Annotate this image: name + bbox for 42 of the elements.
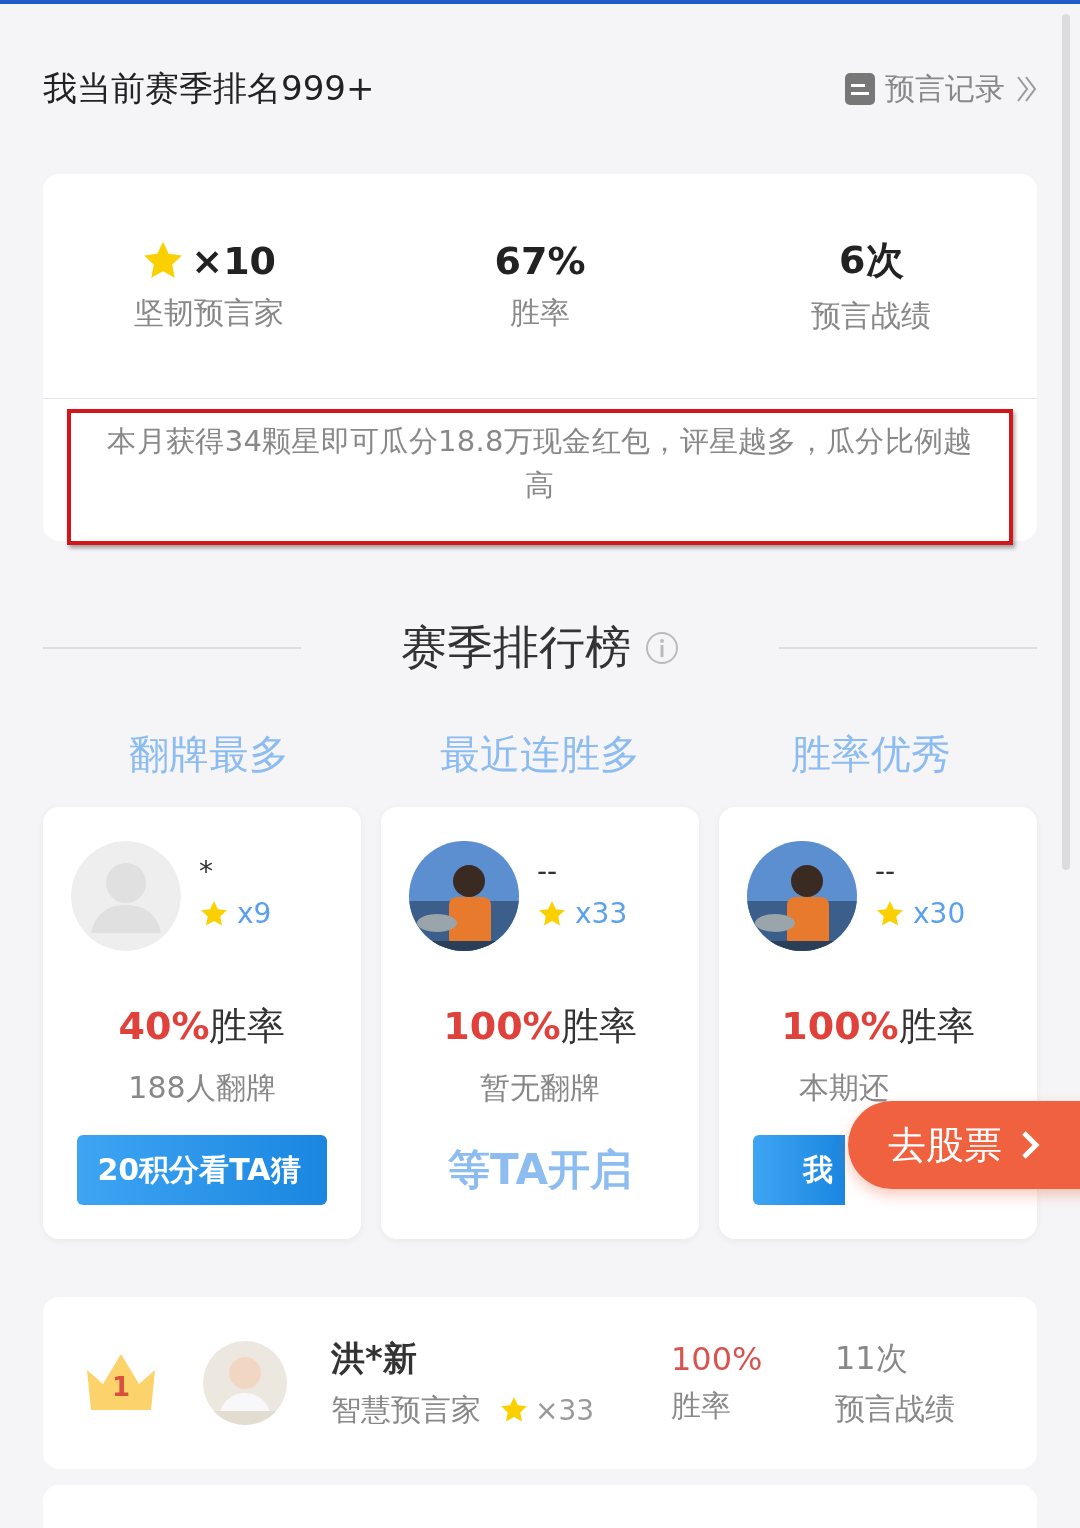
star-count: x30 bbox=[875, 897, 966, 930]
ranking-tab[interactable]: 最近连胜多 bbox=[374, 726, 706, 782]
star-count: x33 bbox=[537, 897, 628, 930]
document-icon bbox=[845, 73, 875, 105]
user-name: -- bbox=[875, 855, 897, 889]
win-rate: 100% bbox=[671, 1339, 764, 1378]
info-icon[interactable] bbox=[645, 631, 679, 665]
waiting-label: 等TA开启 bbox=[448, 1144, 632, 1196]
user-name: 洪*新 bbox=[331, 1336, 418, 1380]
ranking-tab[interactable]: 胜率优秀 bbox=[705, 726, 1037, 782]
user-title: 智慧预言家 bbox=[331, 1390, 481, 1429]
card-status: 188人翻牌 bbox=[128, 1069, 276, 1107]
action-button[interactable]: 20积分看TA猜 bbox=[77, 1135, 327, 1205]
prediction-record-link[interactable]: 预言记录 bbox=[845, 68, 1039, 110]
prediction-count-label: 预言战绩 bbox=[835, 1389, 956, 1428]
user-name: * bbox=[199, 855, 214, 889]
reward-notice: 本月获得34颗星即可瓜分18.8万现金红包，评星越多，瓜分比例越高 bbox=[106, 423, 974, 504]
card-status: 暂无翻牌 bbox=[480, 1069, 600, 1107]
action-button[interactable]: 我 bbox=[753, 1135, 845, 1205]
chevron-right-icon bbox=[1020, 1129, 1040, 1161]
scrollbar[interactable] bbox=[1062, 14, 1070, 870]
win-rate: 40%胜率 bbox=[118, 1003, 286, 1050]
win-rate: 100%胜率 bbox=[781, 1003, 975, 1050]
win-rate: 100%胜率 bbox=[443, 1003, 637, 1050]
star-count: x9 bbox=[199, 897, 272, 930]
go-stocks-button[interactable]: 去股票 bbox=[848, 1101, 1080, 1189]
stat-value: 6次 bbox=[839, 237, 904, 284]
season-rank-title: 我当前赛季排名999+ bbox=[43, 67, 375, 110]
user-name: -- bbox=[537, 855, 559, 889]
avatar-placeholder-icon bbox=[71, 841, 181, 951]
stat-label: 预言战绩 bbox=[811, 297, 932, 335]
stat-value: 67% bbox=[494, 238, 586, 283]
leaderboard-title: 赛季排行榜 bbox=[401, 619, 631, 676]
double-chevron-icon bbox=[1015, 74, 1039, 104]
star-count: ×33 bbox=[499, 1393, 595, 1427]
ranking-tab[interactable]: 翻牌最多 bbox=[43, 726, 375, 782]
win-rate-label: 胜率 bbox=[671, 1386, 732, 1425]
stat-label: 坚韧预言家 bbox=[133, 293, 284, 332]
stat-label: 胜率 bbox=[510, 293, 570, 332]
stat-value: ×10 bbox=[141, 238, 277, 283]
prediction-count: 11次 bbox=[835, 1337, 909, 1379]
ranking-row[interactable]: 1 洪*新 智慧预言家 ×33 100% 胜率 11次 预言战绩 bbox=[43, 1297, 1037, 1469]
